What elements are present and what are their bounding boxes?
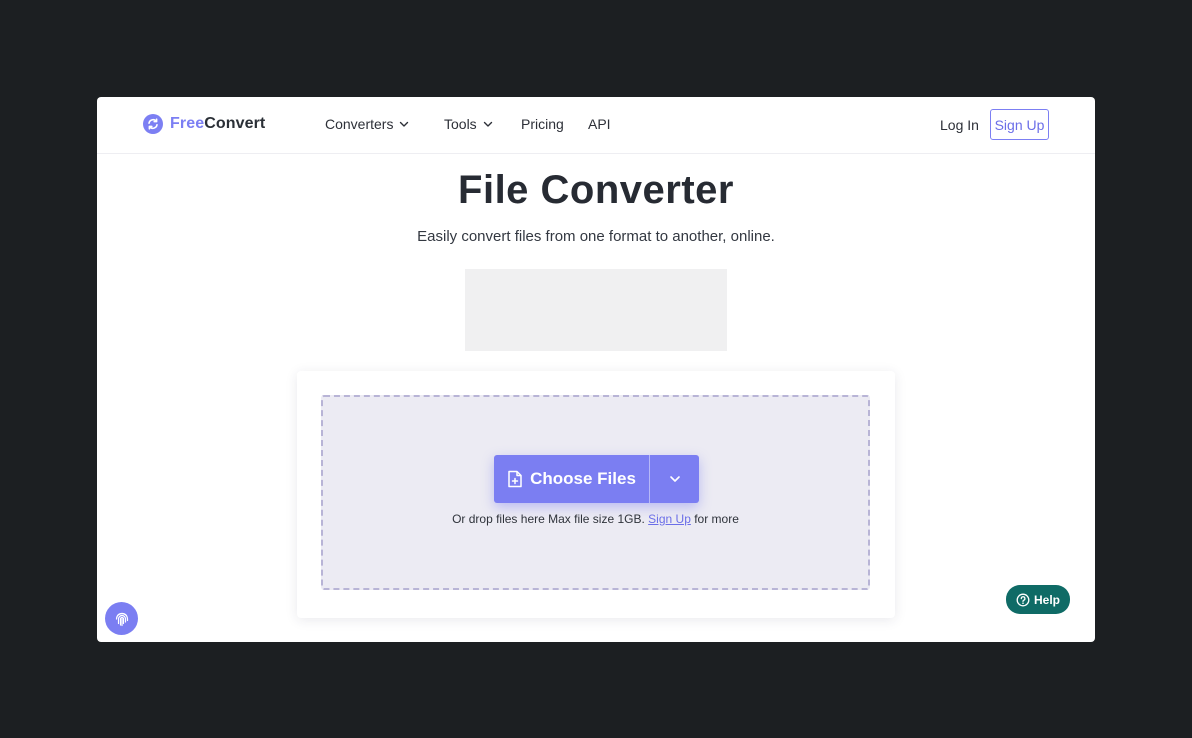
signup-button[interactable]: Sign Up	[990, 109, 1049, 140]
choose-files-label: Choose Files	[530, 469, 636, 488]
brand-name-part2: Convert	[204, 115, 266, 132]
nav-converters[interactable]: Converters	[325, 116, 409, 132]
choose-files-button[interactable]: Choose Files	[494, 455, 649, 503]
upload-card: Choose Files Or drop files here Max file…	[297, 371, 895, 618]
upload-source-dropdown[interactable]	[650, 455, 699, 503]
file-dropzone[interactable]: Choose Files Or drop files here Max file…	[321, 395, 870, 590]
login-link[interactable]: Log In	[940, 117, 979, 133]
question-circle-icon	[1016, 593, 1030, 606]
top-navbar: FreeConvert Converters Tools Pricing API…	[97, 97, 1095, 154]
browser-window: FreeConvert Converters Tools Pricing API…	[97, 97, 1095, 642]
page-title: File Converter	[458, 168, 734, 212]
choose-files-group: Choose Files	[494, 455, 699, 503]
brand-logo[interactable]: FreeConvert	[143, 114, 265, 134]
drop-hint-suffix: for more	[694, 512, 739, 526]
nav-tools-label: Tools	[444, 116, 477, 132]
chevron-down-icon	[400, 121, 409, 127]
help-button[interactable]: Help	[1006, 585, 1070, 614]
brand-name-part1: Free	[170, 115, 205, 132]
nav-api-label: API	[588, 116, 611, 132]
drop-hint-signup-link[interactable]: Sign Up	[648, 512, 691, 526]
ad-placeholder	[465, 269, 727, 351]
file-plus-icon	[508, 470, 522, 488]
help-label: Help	[1033, 592, 1060, 607]
chevron-down-icon	[483, 121, 492, 127]
refresh-circle-icon	[143, 114, 163, 134]
nav-pricing[interactable]: Pricing	[521, 116, 564, 132]
nav-converters-label: Converters	[325, 116, 394, 132]
nav-pricing-label: Pricing	[521, 116, 564, 132]
nav-tools[interactable]: Tools	[444, 116, 493, 132]
page-subtitle: Easily convert files from one format to …	[417, 228, 775, 245]
chevron-down-icon	[669, 476, 680, 482]
nav-api[interactable]: API	[588, 116, 611, 132]
brand-name: FreeConvert	[170, 115, 265, 133]
privacy-settings-button[interactable]	[105, 602, 138, 635]
drop-hint-text: Or drop files here Max file size 1GB.	[452, 512, 645, 526]
drop-hint: Or drop files here Max file size 1GB. Si…	[323, 512, 868, 526]
fingerprint-icon	[115, 612, 128, 626]
